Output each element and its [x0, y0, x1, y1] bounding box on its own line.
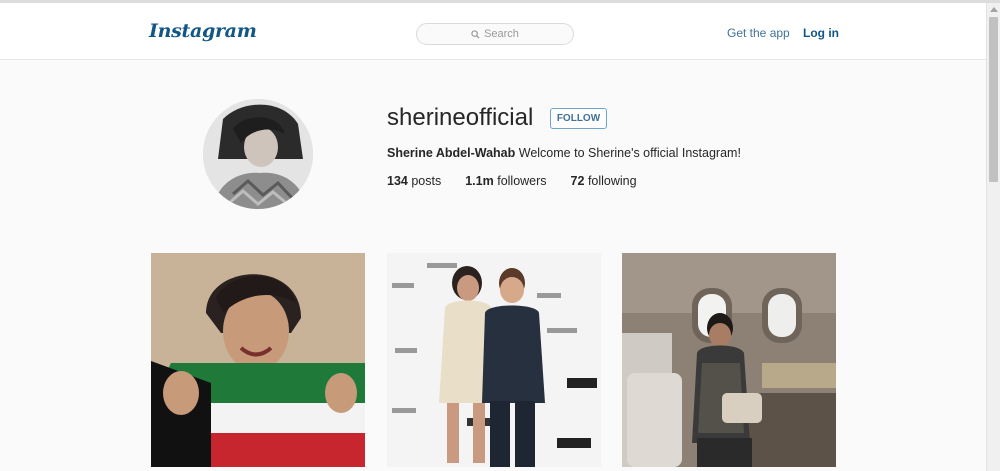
- search-input[interactable]: Search: [416, 23, 574, 45]
- page-scrollbar[interactable]: [986, 3, 1000, 471]
- post-thumbnail[interactable]: [151, 253, 365, 467]
- top-navigation-bar: Instagram Search Get the app Log in: [0, 3, 986, 60]
- search-icon: [471, 29, 480, 39]
- post-image-airplane: [622, 253, 836, 467]
- instagram-logo[interactable]: Instagram: [149, 20, 257, 42]
- posts-stat: 134 posts: [387, 174, 441, 188]
- followers-stat[interactable]: 1.1m followers: [465, 174, 546, 188]
- log-in-link[interactable]: Log in: [803, 26, 839, 40]
- post-image-press-wall: [387, 253, 601, 467]
- profile-full-name: Sherine Abdel-Wahab: [387, 146, 516, 160]
- profile-bio: Sherine Abdel-Wahab Welcome to Sherine's…: [387, 146, 741, 160]
- posts-count: 134: [387, 174, 408, 188]
- get-the-app-link[interactable]: Get the app: [727, 26, 790, 40]
- profile-stats: 134 posts 1.1m followers 72 following: [387, 174, 661, 188]
- followers-label: followers: [497, 174, 547, 188]
- following-label: following: [587, 174, 637, 188]
- followers-count: 1.1m: [465, 174, 494, 188]
- post-image-flag-portrait: [151, 253, 365, 467]
- posts-label: posts: [411, 174, 442, 188]
- profile-username: sherineofficial: [387, 104, 534, 131]
- profile-avatar: [203, 99, 313, 209]
- follow-button[interactable]: FOLLOW: [550, 108, 607, 129]
- profile-bio-text: Welcome to Sherine's official Instagram!: [518, 146, 741, 160]
- scrollbar-thumb[interactable]: [989, 17, 998, 182]
- following-count: 72: [570, 174, 585, 188]
- search-placeholder: Search: [484, 28, 519, 40]
- post-thumbnail[interactable]: [622, 253, 836, 467]
- scroll-up-arrow-icon[interactable]: [990, 7, 998, 12]
- post-thumbnail[interactable]: [387, 253, 601, 467]
- following-stat[interactable]: 72 following: [571, 174, 637, 188]
- avatar-image: [203, 99, 313, 209]
